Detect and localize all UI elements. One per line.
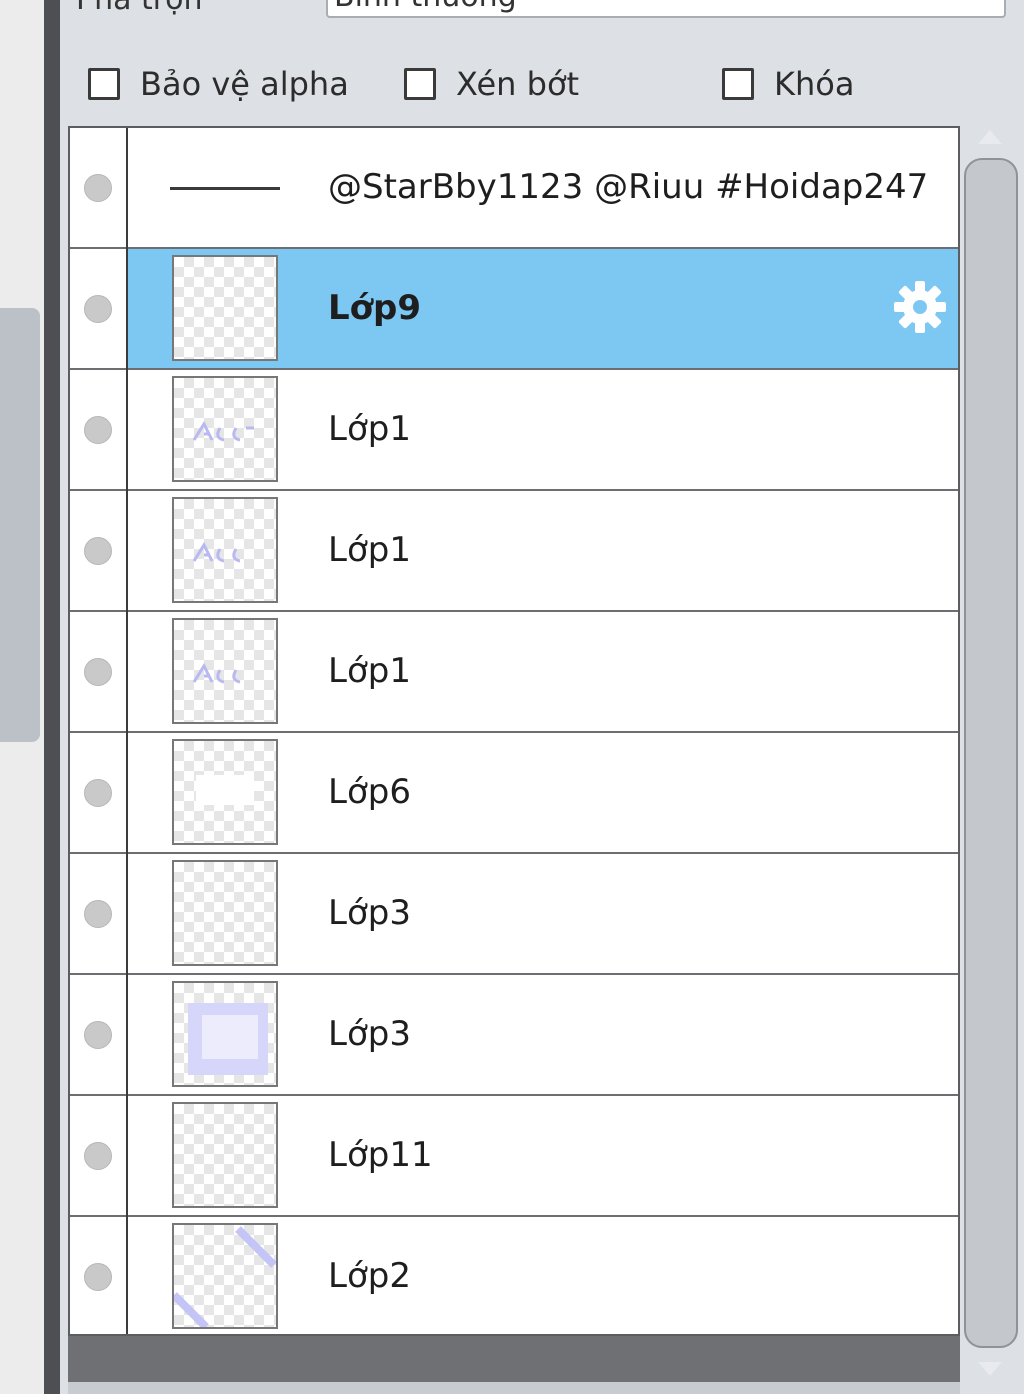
layer-thumbnail	[172, 497, 278, 603]
layer-thumbnail	[172, 860, 278, 966]
layer-list-scrollbar[interactable]	[960, 126, 1022, 1380]
lock-checkbox[interactable]	[722, 68, 754, 100]
left-panel-handle[interactable]	[0, 308, 40, 742]
panel-divider[interactable]	[44, 0, 60, 1394]
layer-row[interactable]: Lớp2	[70, 1217, 958, 1334]
layer-row[interactable]: Lớp1	[70, 491, 958, 612]
layer-name: Lớp1	[328, 651, 411, 691]
clipping-label: Xén bớt	[456, 65, 580, 103]
layer-thumbnail	[172, 376, 278, 482]
layer-thumbnail	[172, 618, 278, 724]
layer-row-selected[interactable]: Lớp9	[70, 249, 958, 370]
visibility-dot-icon[interactable]	[84, 416, 112, 444]
scroll-down-icon[interactable]	[978, 1362, 1002, 1376]
gear-icon[interactable]	[890, 277, 950, 337]
layer-row[interactable]: Lớp1	[70, 370, 958, 491]
layer-panel: Pha trộn Bình thường ▾ Bảo vệ alpha Xén …	[60, 0, 1024, 1394]
visibility-dot-icon[interactable]	[84, 900, 112, 928]
lock-option[interactable]: Khóa	[722, 62, 854, 106]
layer-row[interactable]: Lớp1	[70, 612, 958, 733]
layer-list-footer	[68, 1336, 960, 1382]
alpha-protect-option[interactable]: Bảo vệ alpha	[88, 62, 349, 106]
thumbnail-art	[174, 1226, 276, 1327]
layer-name: Lớp9	[328, 288, 422, 328]
layer-row[interactable]: Lớp3	[70, 854, 958, 975]
layer-thumbnail	[172, 255, 278, 361]
layer-name: Lớp1	[328, 409, 411, 449]
visibility-dot-icon[interactable]	[84, 1021, 112, 1049]
layer-list: @StarBby1123 @Riuu #Hoidap247 Lớp9 Lớp1 …	[68, 126, 960, 1336]
layer-name: Lớp11	[328, 1135, 433, 1175]
visibility-dot-icon[interactable]	[84, 658, 112, 686]
visibility-dot-icon[interactable]	[84, 1263, 112, 1291]
layer-name: Lớp3	[328, 893, 411, 933]
layer-name: @StarBby1123 @Riuu #Hoidap247	[328, 167, 929, 207]
thumbnail-art	[196, 775, 254, 805]
layer-name: Lớp6	[328, 772, 411, 812]
layer-row[interactable]: Lớp11	[70, 1096, 958, 1217]
layer-thumbnail	[172, 1223, 278, 1329]
clipping-checkbox[interactable]	[404, 68, 436, 100]
blend-mode-select[interactable]: Bình thường ▾	[326, 0, 1006, 18]
visibility-column-divider	[126, 128, 128, 1334]
visibility-dot-icon[interactable]	[84, 1142, 112, 1170]
visibility-dot-icon[interactable]	[84, 779, 112, 807]
blend-mode-value: Bình thường	[334, 0, 517, 16]
layer-name: Lớp1	[328, 530, 411, 570]
layer-thumbnail	[172, 739, 278, 845]
thumbnail-art	[192, 541, 241, 563]
blend-mode-row: Pha trộn Bình thường ▾	[60, 0, 1024, 40]
folder-line-icon	[170, 187, 280, 190]
layer-row[interactable]: Lớp3	[70, 975, 958, 1096]
bottom-toolbar-edge	[68, 1382, 960, 1394]
layer-name: Lớp2	[328, 1256, 411, 1296]
layer-row[interactable]: Lớp6	[70, 733, 958, 854]
thumbnail-art	[192, 662, 241, 684]
layer-name: Lớp3	[328, 1014, 411, 1054]
scrollbar-thumb[interactable]	[964, 158, 1018, 1348]
layer-row-folder[interactable]: @StarBby1123 @Riuu #Hoidap247	[70, 128, 958, 249]
layer-thumbnail	[172, 1102, 278, 1208]
lock-label: Khóa	[774, 65, 855, 103]
alpha-protect-checkbox[interactable]	[88, 68, 120, 100]
alpha-protect-label: Bảo vệ alpha	[140, 65, 349, 103]
visibility-dot-icon[interactable]	[84, 537, 112, 565]
scroll-up-icon[interactable]	[978, 130, 1002, 144]
clipping-option[interactable]: Xén bớt	[404, 62, 579, 106]
thumbnail-art	[192, 420, 254, 442]
visibility-dot-icon[interactable]	[84, 174, 112, 202]
chevron-down-icon: ▾	[978, 0, 988, 2]
layer-thumbnail	[172, 981, 278, 1087]
visibility-dot-icon[interactable]	[84, 295, 112, 323]
blend-mode-label: Pha trộn	[76, 0, 203, 20]
thumbnail-art	[188, 1003, 268, 1075]
